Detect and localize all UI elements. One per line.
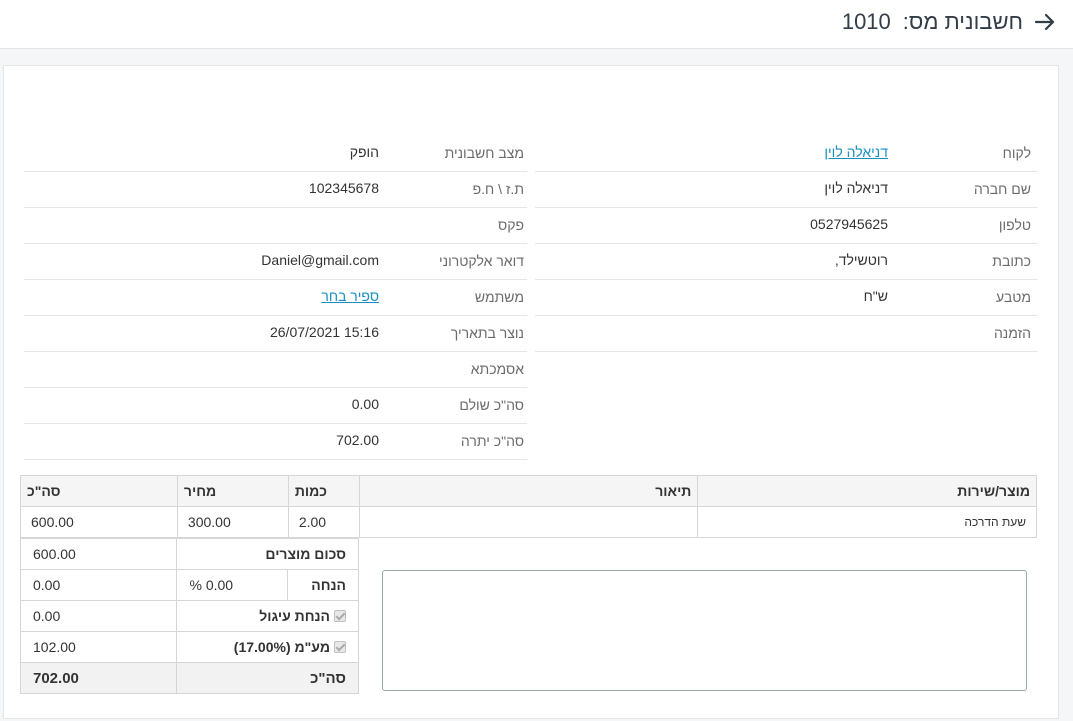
totals-row-grand: סה"כ 702.00 bbox=[19, 662, 359, 694]
vat-cell: מע"מ (17.00%) bbox=[176, 631, 359, 663]
grand-total-value: 702.00 bbox=[19, 662, 178, 694]
user-label: משתמש bbox=[474, 289, 524, 305]
grand-total-label: סה"כ bbox=[176, 662, 359, 694]
table-row: שעת הדרכה 2.00 300.00 600.00 bbox=[20, 506, 1037, 538]
totals-row-rounding: הנחת עיגול 0.00 bbox=[19, 600, 359, 632]
col-description: תיאור bbox=[358, 475, 699, 507]
status-value: הופק bbox=[349, 144, 379, 160]
totals-table: סכום מוצרים 600.00 הנחה 0.00 % 0.00 הנחת… bbox=[19, 538, 359, 694]
address-label: כתובת bbox=[992, 253, 1031, 269]
created-value: 15:16 26/07/2021 bbox=[269, 324, 379, 340]
reference-label: אסמכתא bbox=[470, 361, 524, 377]
top-bar: חשבונית מס: 1010 bbox=[0, 0, 1073, 49]
company-value: דניאלה לוין bbox=[824, 180, 888, 196]
phone-value: 0527945625 bbox=[810, 216, 888, 232]
cell-qty: 2.00 bbox=[287, 506, 360, 538]
field-row-email: דואר אלקטרוני Daniel@gmail.com bbox=[24, 244, 527, 280]
invoice-number: 1010 bbox=[841, 9, 891, 34]
notes-textarea[interactable] bbox=[382, 570, 1027, 691]
customer-label: לקוח bbox=[1002, 145, 1031, 161]
col-product: מוצר/שירות bbox=[697, 475, 1037, 507]
field-row-balance: סה"כ יתרה 702.00 bbox=[24, 424, 527, 460]
field-row-address: כתובת רוטשילד, bbox=[535, 244, 1038, 280]
arrow-right-icon[interactable] bbox=[1033, 10, 1057, 34]
paid-label: סה"כ שולם bbox=[459, 397, 524, 413]
vat-label: מע"מ (17.00%) bbox=[233, 639, 330, 655]
field-row-company: שם חברה דניאלה לוין bbox=[535, 172, 1038, 208]
vat-value: 102.00 bbox=[19, 631, 178, 663]
customer-link[interactable]: דניאלה לוין bbox=[824, 144, 888, 160]
field-row-user: משתמש ספיר בחר bbox=[24, 280, 527, 316]
col-total: סה"כ bbox=[20, 475, 178, 507]
totals-row-products: סכום מוצרים 600.00 bbox=[19, 538, 359, 570]
discount-label: הנחה bbox=[287, 569, 359, 601]
col-qty: כמות bbox=[287, 475, 360, 507]
field-row-fax: פקס bbox=[24, 208, 527, 244]
id-value: 102345678 bbox=[308, 180, 379, 196]
currency-value: ש"ח bbox=[863, 288, 888, 304]
page-title-label: חשבונית מס: bbox=[902, 9, 1023, 34]
rounding-label: הנחת עיגול bbox=[259, 608, 330, 624]
field-row-order: הזמנה bbox=[535, 316, 1038, 352]
field-row-status: מצב חשבונית הופק bbox=[24, 136, 527, 172]
email-value: Daniel@gmail.com bbox=[261, 252, 379, 268]
rounding-value: 0.00 bbox=[19, 600, 178, 632]
totals-row-vat: מע"מ (17.00%) 102.00 bbox=[19, 631, 359, 663]
checkbox-checked-icon[interactable] bbox=[334, 641, 346, 653]
cell-total: 600.00 bbox=[20, 506, 178, 538]
field-row-phone: טלפון 0527945625 bbox=[535, 208, 1038, 244]
field-row-id: ת.ז \ ח.פ 102345678 bbox=[24, 172, 527, 208]
company-label: שם חברה bbox=[973, 181, 1031, 197]
cell-price: 300.00 bbox=[176, 506, 289, 538]
cell-product: שעת הדרכה bbox=[697, 506, 1037, 538]
page-title: חשבונית מס: 1010 bbox=[842, 9, 1023, 35]
products-sum-value: 600.00 bbox=[19, 538, 178, 570]
field-row-customer: לקוח דניאלה לוין bbox=[535, 136, 1038, 172]
created-label: נוצר בתאריך bbox=[450, 325, 524, 341]
checkbox-checked-icon[interactable] bbox=[334, 610, 346, 622]
address-value: רוטשילד, bbox=[834, 252, 888, 268]
col-price: מחיר bbox=[176, 475, 289, 507]
balance-value: 702.00 bbox=[336, 432, 379, 448]
field-row-currency: מטבע ש"ח bbox=[535, 280, 1038, 316]
paid-value: 0.00 bbox=[351, 396, 379, 412]
order-label: הזמנה bbox=[993, 325, 1031, 341]
fax-label: פקס bbox=[498, 217, 524, 233]
field-row-reference: אסמכתא bbox=[24, 352, 527, 388]
currency-label: מטבע bbox=[996, 289, 1031, 305]
cell-description bbox=[358, 506, 699, 538]
totals-row-discount: הנחה 0.00 % 0.00 bbox=[19, 569, 359, 601]
status-label: מצב חשבונית bbox=[444, 145, 524, 161]
balance-label: סה"כ יתרה bbox=[460, 433, 524, 449]
id-label: ת.ז \ ח.פ bbox=[472, 181, 524, 197]
items-header-row: מוצר/שירות תיאור כמות מחיר סה"כ bbox=[20, 475, 1037, 507]
discount-value: 0.00 bbox=[19, 569, 178, 601]
products-sum-label: סכום מוצרים bbox=[176, 538, 359, 570]
rounding-cell: הנחת עיגול bbox=[176, 600, 359, 632]
items-table: מוצר/שירות תיאור כמות מחיר סה"כ שעת הדרכ… bbox=[20, 475, 1037, 538]
invoice-card: לקוח דניאלה לוין שם חברה דניאלה לוין טלפ… bbox=[3, 65, 1059, 719]
field-row-created: נוצר בתאריך 15:16 26/07/2021 bbox=[24, 316, 527, 352]
field-row-paid: סה"כ שולם 0.00 bbox=[24, 388, 527, 424]
user-link[interactable]: ספיר בחר bbox=[321, 288, 379, 304]
phone-label: טלפון bbox=[998, 217, 1031, 233]
discount-percent-input[interactable]: 0.00 % bbox=[176, 569, 289, 601]
email-label: דואר אלקטרוני bbox=[439, 253, 524, 269]
